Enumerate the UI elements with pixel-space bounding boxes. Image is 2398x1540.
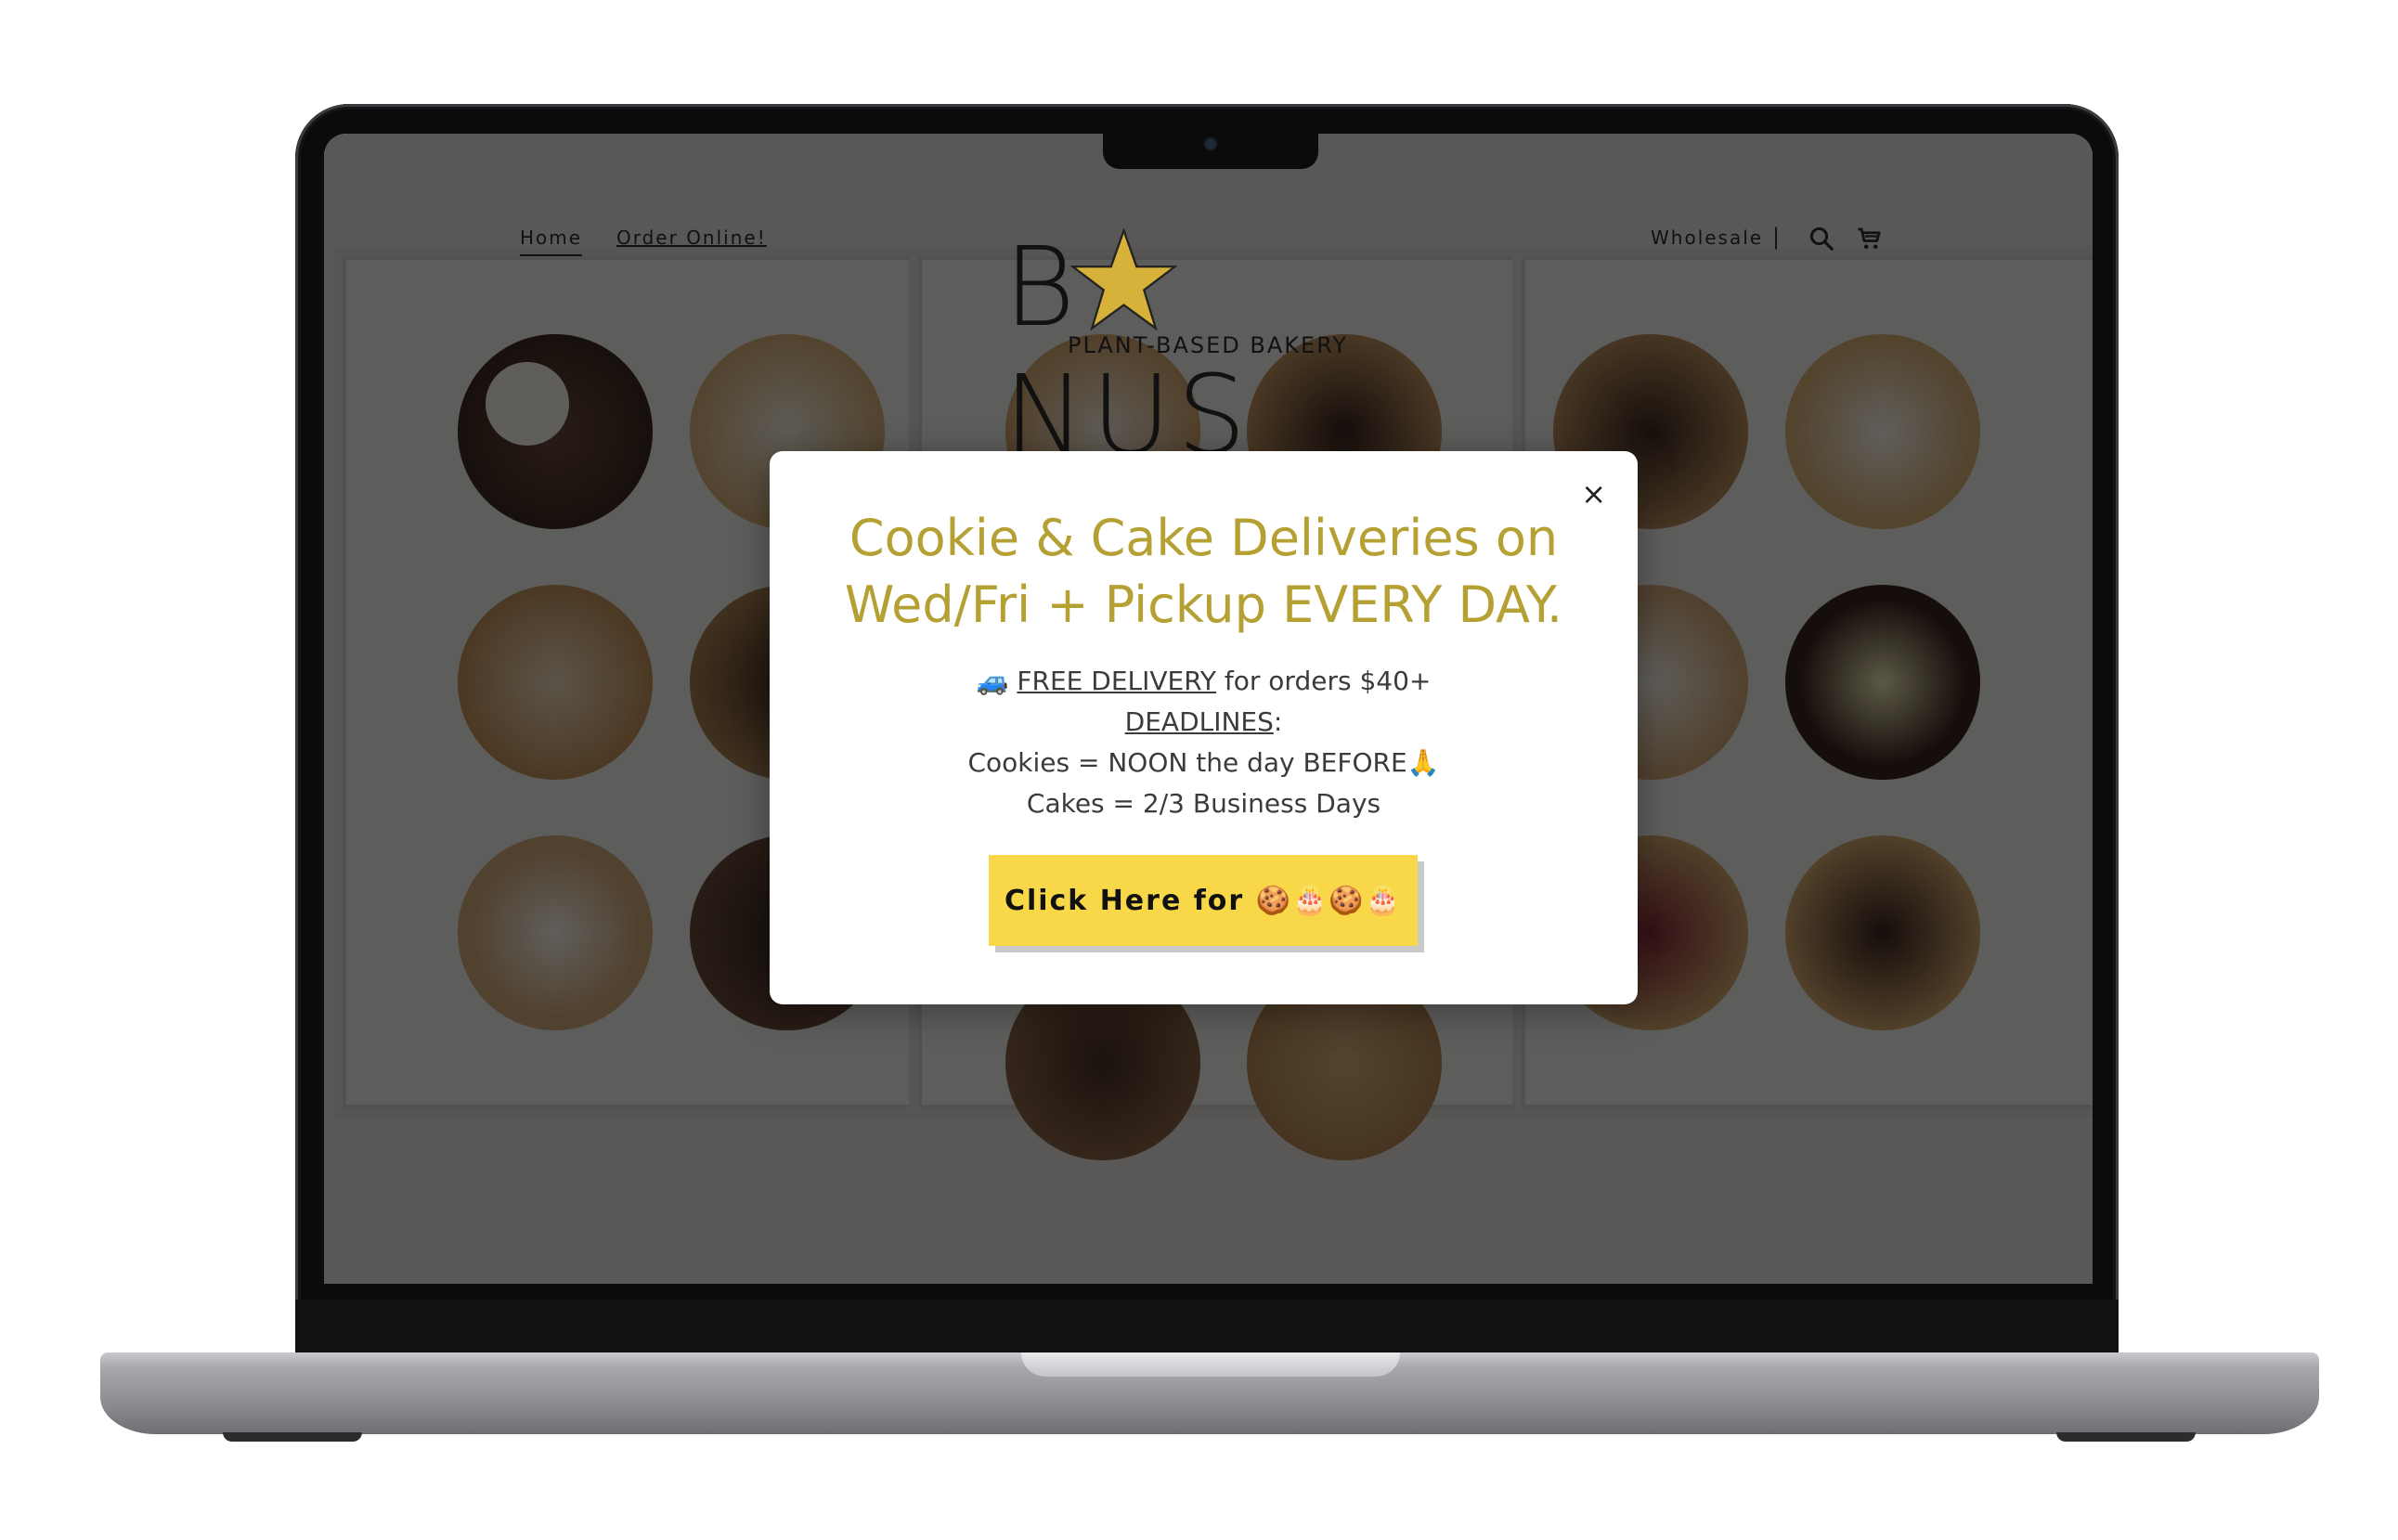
delivery-line: 🚙 FREE DELIVERY for orders $40+ (976, 666, 1432, 696)
star-icon (1070, 228, 1177, 330)
camera-notch (1103, 130, 1318, 169)
laptop-foot (2056, 1432, 2196, 1442)
camera-icon (1205, 138, 1216, 149)
logo-tagline: PLANT-BASED BAKERY (1067, 332, 1348, 358)
nav-order-online-link[interactable]: Order Online! (616, 226, 767, 249)
deadlines-heading: DEADLINES: (1124, 706, 1283, 737)
cakes-deadline: Cakes = 2/3 Business Days (1026, 788, 1381, 819)
browser-screen: Home Order Online! Wholesale | BNUS PLAN… (324, 134, 2093, 1284)
popup-headline: Cookie & Cake Deliveries on Wed/Fri + Pi… (844, 509, 1563, 634)
free-delivery-link[interactable]: FREE DELIVERY (1017, 666, 1216, 696)
laptop-bezel-bottom (295, 1300, 2119, 1352)
car-icon: 🚙 (976, 666, 1009, 696)
popup-details: 🚙 FREE DELIVERY for orders $40+ DEADLINE… (807, 661, 1601, 824)
cart-icon[interactable] (1856, 225, 1884, 252)
nav-wholesale-link[interactable]: Wholesale (1651, 226, 1763, 249)
laptop-foot (223, 1432, 362, 1442)
promo-popup: × Cookie & Cake Deliveries on Wed/Fri + … (770, 451, 1638, 1004)
cookies-deadline: Cookies = NOON the day BEFORE🙏 (967, 747, 1440, 778)
order-cta-button[interactable]: Click Here for 🍪🎂🍪🎂 (989, 855, 1418, 946)
laptop-thumb-notch (1021, 1352, 1400, 1377)
bonus-logo[interactable]: BNUS PLANT-BASED BAKERY (1004, 223, 1412, 479)
nav-divider: | (1772, 224, 1781, 250)
nav-home-link[interactable]: Home (520, 226, 583, 256)
search-icon[interactable] (1808, 225, 1835, 252)
